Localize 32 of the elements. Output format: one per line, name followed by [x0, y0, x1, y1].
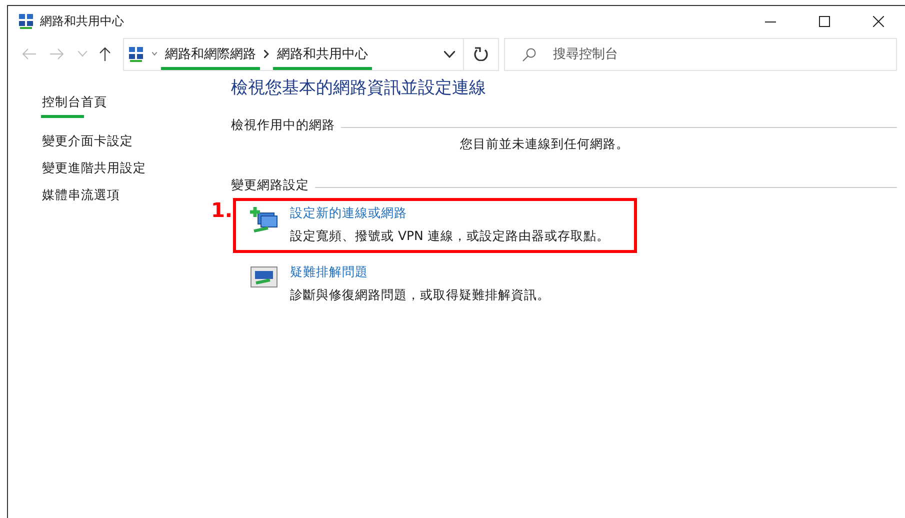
- window-title: 網路和共用中心: [40, 12, 124, 30]
- section-title: 檢視作用中的網路: [231, 117, 335, 134]
- task-link[interactable]: 設定新的連線或網路: [290, 205, 610, 222]
- page-heading: 檢視您基本的網路資訊並設定連線: [231, 77, 487, 99]
- task-link[interactable]: 疑難排解問題: [290, 264, 550, 281]
- task-description: 設定寬頻、撥號或 VPN 連線，或設定路由器或存取點。: [290, 228, 610, 245]
- step-number: 1.: [211, 198, 233, 222]
- sidebar-link[interactable]: 變更介面卡設定: [42, 133, 133, 148]
- dropdown-icon[interactable]: [444, 50, 455, 58]
- close-icon: [872, 16, 884, 26]
- sidebar-link[interactable]: 控制台首頁: [42, 94, 107, 109]
- network-diagnose-icon: [250, 266, 278, 290]
- section-title: 變更網路設定: [231, 177, 309, 194]
- maximize-icon: [818, 16, 830, 26]
- up-arrow-icon[interactable]: [99, 47, 111, 61]
- network-icon: [18, 13, 34, 29]
- refresh-icon: [474, 47, 488, 61]
- sidebar-link[interactable]: 變更進階共用設定: [42, 160, 146, 175]
- breadcrumb-item[interactable]: 網路和網際網路: [165, 47, 256, 62]
- breadcrumb-item[interactable]: 網路和共用中心: [277, 47, 368, 62]
- chevron-icon: [152, 52, 157, 56]
- chevron-icon: [264, 50, 269, 58]
- network-icon: [128, 46, 144, 62]
- sidebar-link[interactable]: 媒體串流選項: [42, 187, 120, 202]
- back-icon[interactable]: [22, 48, 36, 60]
- network-setup-icon: [250, 207, 278, 233]
- task-description: 診斷與修復網路問題，或取得疑難排解資訊。: [290, 287, 550, 304]
- forward-icon[interactable]: [50, 48, 64, 60]
- search-field[interactable]: 搜尋控制台: [504, 38, 897, 70]
- address-bar[interactable]: 網路和網際網路 網路和共用中心: [123, 38, 463, 70]
- status-text: 您目前並未連線到任何網路。: [460, 136, 630, 153]
- refresh-button[interactable]: [463, 38, 499, 70]
